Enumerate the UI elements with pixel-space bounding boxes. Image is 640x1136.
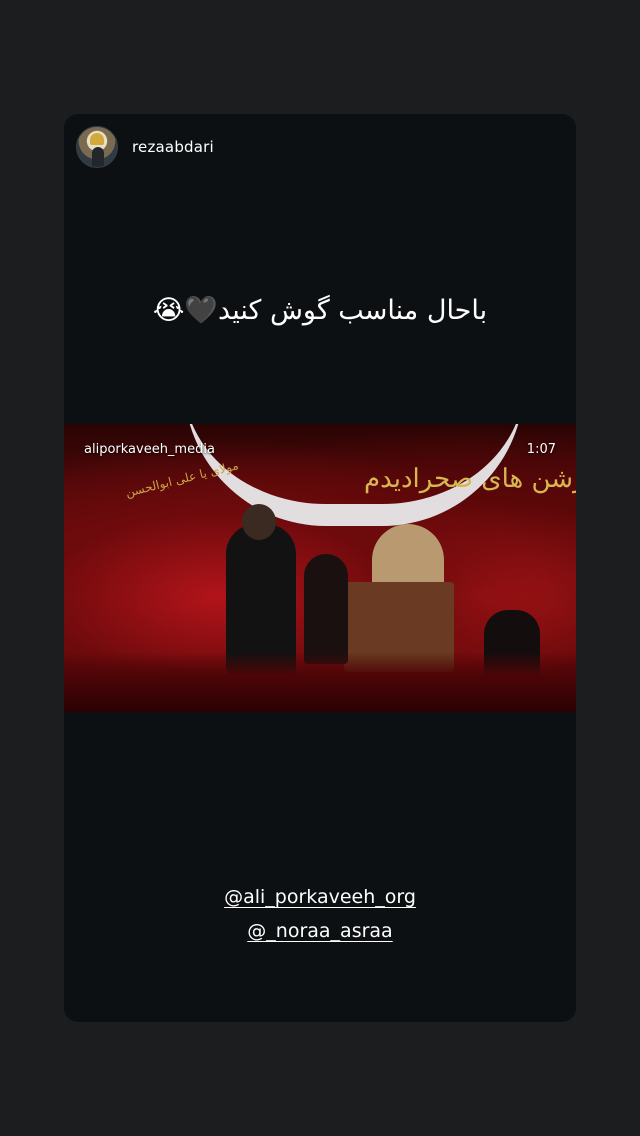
video-source-account[interactable]: aliporkaveeh_media [84,442,215,457]
video-person-figure [304,554,348,664]
mention-link[interactable]: @ali_porkaveeh_org [224,886,416,908]
avatar[interactable] [76,126,118,168]
video-banner-text: ز ابرشن های صحرادیدم [364,464,576,494]
avatar-dome-icon [90,133,104,145]
embedded-video[interactable]: ز ابرشن های صحرادیدم مولای یا علی ابوالح… [64,424,576,712]
mention-link[interactable]: @_noraa_asraa [247,920,392,942]
story-caption: باحال مناسب گوش کنید🖤😭 [152,295,488,326]
avatar-figure-icon [92,147,104,167]
video-speaker-head [242,504,276,540]
video-duration: 1:07 [526,442,556,457]
story-header: rezaabdari [76,126,214,168]
mentions-block: @ali_porkaveeh_org @_noraa_asraa [64,886,576,954]
story-card[interactable]: rezaabdari باحال مناسب گوش کنید🖤😭 ز ابرش… [64,114,576,1022]
username[interactable]: rezaabdari [132,138,214,156]
video-crowd-shape [64,652,576,712]
